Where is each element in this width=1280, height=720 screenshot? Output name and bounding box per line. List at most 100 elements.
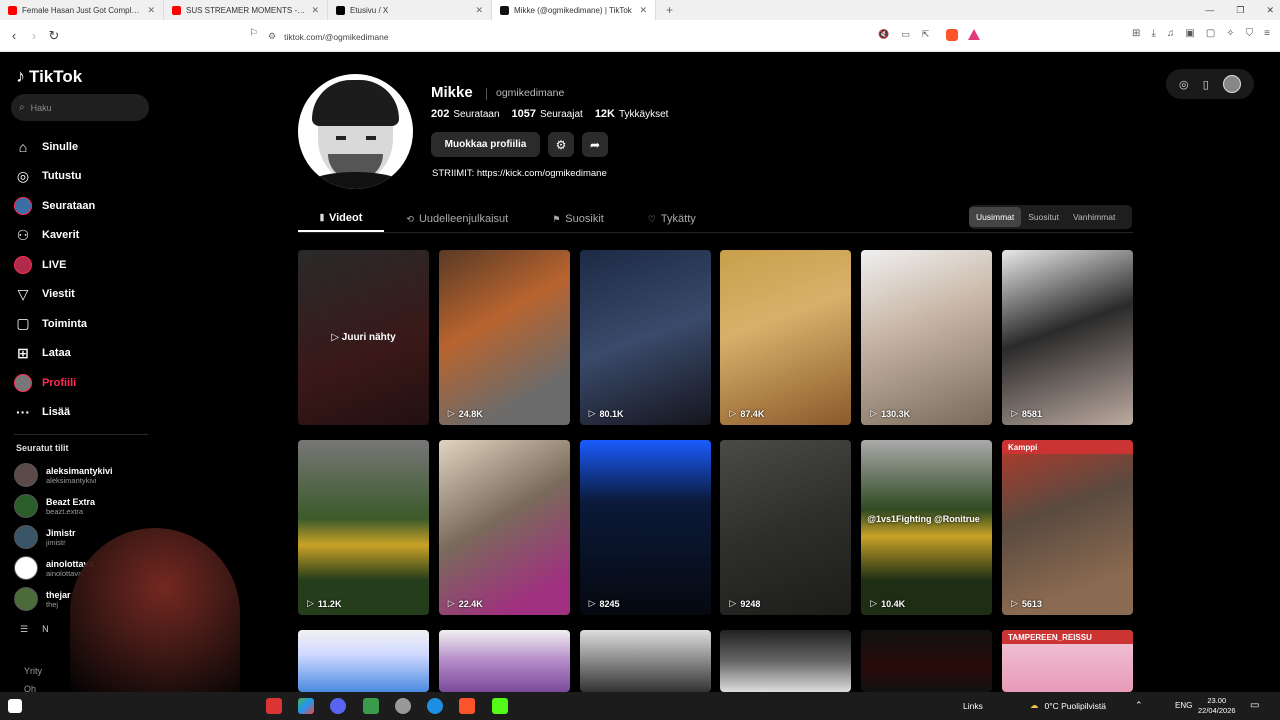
video-overlay-text: @1vs1Fighting @Ronitrue [867,514,980,524]
edit-profile-button[interactable]: Muokkaa profiilia [431,132,540,157]
settings-button[interactable]: ⚙ [548,132,574,157]
view-count-value: 22.4K [458,598,483,609]
video-card[interactable] [298,630,429,692]
links-toolbar[interactable]: Links [963,701,983,711]
tab-tykätty[interactable]: ♡ Tykätty [626,206,718,232]
followed-account[interactable]: Beazt Extra beazt.extra [14,491,194,521]
download-icon[interactable]: ⤓ [1151,28,1155,39]
sort-option[interactable]: Vanhimmat [1066,207,1122,227]
tab-close-icon[interactable]: ✕ [147,5,155,16]
browser-tab[interactable]: SUS STREAMER MOMENTS - YouTube ✕ [164,0,328,20]
menu-icon[interactable]: ≡ [1264,28,1270,39]
sidebar-icon[interactable]: ▣ [1185,28,1194,39]
video-card[interactable]: ▷ 22.4K [438,440,570,615]
video-card[interactable]: ▷ 87.4K [720,250,852,425]
video-card[interactable]: ▷ 80.1K [579,250,711,425]
sidebar-item-lisää[interactable]: ··· Lisää [14,398,214,428]
clock[interactable]: 23.00 22/04/2026 [1198,696,1236,716]
video-card[interactable] [861,630,993,692]
avatar [14,525,38,549]
site-info-icon[interactable]: ⚙ [268,31,276,42]
bookmark-icon[interactable]: ⚐ [249,28,258,39]
media-icon[interactable]: ♫ [1167,28,1175,39]
video-card[interactable]: ▷ 24.8K [438,250,570,425]
share-icon[interactable]: ⇱ [922,29,930,40]
sidebar-item-live[interactable]: LIVE [14,250,214,280]
reload-icon[interactable]: ↻ [44,28,64,44]
forward-icon[interactable]: › [24,28,44,43]
back-icon[interactable]: ‹ [4,28,24,43]
view-count-value: 8581 [1021,408,1042,419]
user-avatar[interactable] [1222,75,1241,93]
browser-tab[interactable]: Mikke (@ogmikedimane) | TikTok ✕ [492,0,656,20]
sidebar-item-tutustu[interactable]: ◎ Tutustu [14,162,214,192]
search-input[interactable]: ⌕ Haku [11,94,149,121]
app-icon[interactable] [266,698,282,714]
brave-taskbar-icon[interactable] [459,698,475,714]
video-card[interactable] [720,630,852,692]
video-card[interactable] [438,630,570,692]
cast-icon[interactable]: ▭ [901,29,910,40]
video-card[interactable]: ▷ 9248 [720,440,852,615]
app-grey-icon[interactable] [395,698,411,714]
video-card[interactable]: ▷ 8581 [1002,250,1133,425]
close-icon[interactable]: ✕ [1266,5,1274,16]
sidebar-item-lataa[interactable]: ⊞ Lataa [14,339,214,369]
tab-uudelleenjulkaisut[interactable]: ⟲ Uudelleenjulkaisut [384,206,530,232]
video-card[interactable]: ▷ 130.3K [861,250,993,425]
followed-account[interactable]: aleksimantykivi aleksimantykivi [14,460,194,490]
device-icon[interactable]: ▯ [1203,78,1209,91]
followers-stat[interactable]: 1057 Seuraajat [512,108,583,120]
sidebar-item-profiili[interactable]: Profiili [14,368,214,398]
tab-videot[interactable]: ⦀ Videot [298,206,385,232]
video-card[interactable]: TAMPEREEN_REISSU [1002,630,1133,692]
discord-icon[interactable] [330,698,346,714]
language-indicator[interactable]: ENG [1175,701,1192,710]
chrome-icon[interactable] [298,698,314,714]
brave-shields-icon[interactable] [946,29,958,41]
video-card[interactable]: ▷ Juuri nähty [298,250,429,425]
profile-avatar[interactable] [298,74,413,189]
translate-icon[interactable]: ⊞ [1132,28,1140,39]
tab-close-icon[interactable]: ✕ [639,5,647,16]
notification-icon[interactable]: ▭ [1250,700,1259,711]
following-stat[interactable]: 202 Seurataan [431,108,500,120]
minimize-icon[interactable]: — [1205,5,1214,15]
sidebar-item-sinulle[interactable]: ⌂ Sinulle [14,132,214,162]
sort-option[interactable]: Uusimmat [969,207,1022,227]
vpn-icon[interactable]: ⛉ [1246,28,1254,39]
start-icon[interactable] [8,699,22,713]
footer-company[interactable]: Yrity [24,666,42,676]
profile-bio[interactable]: STRIIMIT: https://kick.com/ogmikedimane [432,168,607,179]
video-card[interactable]: @1vs1Fighting @Ronitrue ▷ 10.4K [861,440,993,615]
video-card[interactable]: ▷ 8245 [579,440,711,615]
tab-suosikit[interactable]: ⚑ Suosikit [530,206,626,232]
wallet-icon[interactable]: ▢ [1206,28,1215,39]
browser-tab[interactable]: Etusivu / X ✕ [328,0,492,20]
app-green-icon[interactable] [363,698,379,714]
tiktok-logo[interactable]: ♪ TikTok [16,66,82,87]
sidebar-item-viestit[interactable]: ▽ Viestit [14,280,214,310]
share-profile-button[interactable]: ➦ [582,132,608,157]
maximize-icon[interactable]: ❐ [1236,5,1244,16]
chevron-up-icon[interactable]: ⌃ [1135,700,1143,711]
weather-widget[interactable]: ☁ 0°C Puolipilvistä [1030,700,1106,711]
brave-rewards-icon[interactable] [968,29,980,40]
tab-close-icon[interactable]: ✕ [311,5,319,16]
sidebar-item-seurataan[interactable]: Seurataan [14,191,214,221]
new-tab-button[interactable]: + [656,3,683,17]
video-card[interactable]: Kamppi ▷ 5613 [1002,440,1133,615]
video-card[interactable]: ▷ 11.2K [298,440,429,615]
browser-tab[interactable]: Female Hasan Just Got Completely D ✕ [0,0,164,20]
leo-icon[interactable]: ✧ [1226,28,1234,39]
sidebar-item-kaverit[interactable]: ⚇ Kaverit [14,221,214,251]
sort-option[interactable]: Suositut [1021,207,1066,227]
edge-icon[interactable] [427,698,443,714]
kick-icon[interactable] [492,698,508,714]
video-card[interactable] [579,630,711,692]
sidebar-item-toiminta[interactable]: ▢ Toiminta [14,309,214,339]
coins-icon[interactable]: ◎ [1179,78,1189,91]
see-more[interactable]: ☰ N [20,624,49,635]
tab-close-icon[interactable]: ✕ [475,5,483,16]
mute-icon[interactable]: 🔇 [878,29,889,40]
